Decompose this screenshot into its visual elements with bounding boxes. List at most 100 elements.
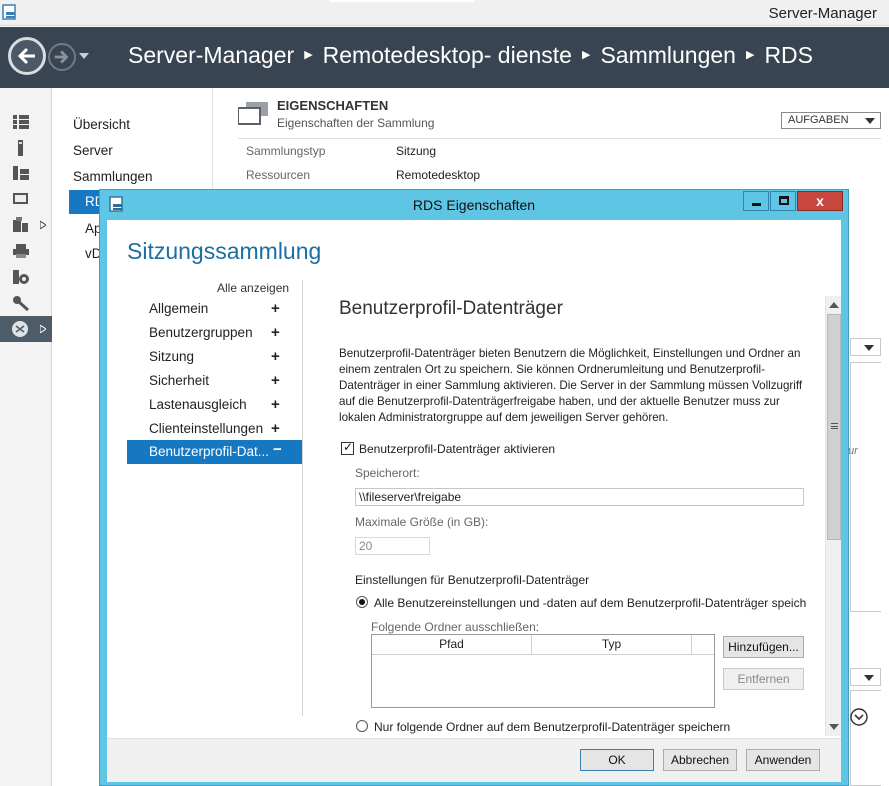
section-client-settings[interactable]: Clienteinstellungen xyxy=(149,421,263,436)
location-label: Speicherort: xyxy=(355,466,420,480)
enable-upd-checkbox[interactable] xyxy=(341,440,354,455)
forward-button[interactable] xyxy=(48,43,76,71)
properties-icon xyxy=(238,102,268,125)
expand-arrow-icon[interactable] xyxy=(40,221,46,229)
chevron-down-icon xyxy=(864,345,874,351)
breadcrumb-item[interactable]: RDS xyxy=(764,42,813,68)
remote-desktop-services-icon xyxy=(12,321,28,337)
remove-folder-button[interactable]: Entfernen xyxy=(723,668,804,690)
section-general[interactable]: Allgemein xyxy=(149,301,208,316)
dialog-title: RDS Eigenschaften xyxy=(412,197,536,213)
store-all-radio[interactable] xyxy=(356,596,368,608)
breadcrumb-separator-icon: ▶ xyxy=(304,49,313,61)
chevron-down-icon xyxy=(865,118,875,124)
section-security[interactable]: Sicherheit xyxy=(149,373,209,388)
tasks-dropdown[interactable]: AUFGABEN xyxy=(781,112,881,129)
tools-icon[interactable] xyxy=(12,295,30,311)
hyper-v-icon[interactable] xyxy=(12,217,30,233)
section-session[interactable]: Sitzung xyxy=(149,349,194,364)
properties-subheading: Eigenschaften der Sammlung xyxy=(277,116,435,130)
grid-column-type[interactable]: Typ xyxy=(532,635,692,655)
dialog-body: Sitzungssammlung Alle anzeigen Allgemein… xyxy=(107,220,841,738)
print-services-icon[interactable] xyxy=(12,243,30,259)
dashboard-icon[interactable] xyxy=(12,114,30,130)
section-user-profile-disks[interactable]: Benutzerprofil-Dat... − xyxy=(127,440,302,464)
enable-upd-label[interactable]: Benutzerprofil-Datenträger aktivieren xyxy=(359,442,555,456)
upd-settings-label: Einstellungen für Benutzerprofil-Datentr… xyxy=(355,573,590,587)
sidebar-item-server[interactable]: Server xyxy=(73,143,113,158)
grid-column-path[interactable]: Pfad xyxy=(372,635,532,655)
collapse-minus-icon[interactable]: − xyxy=(273,441,282,458)
show-all-link[interactable]: Alle anzeigen xyxy=(217,281,289,295)
content-scrollbar[interactable] xyxy=(825,296,841,736)
tasks-label: AUFGABEN xyxy=(788,114,849,126)
file-services-icon[interactable] xyxy=(12,191,30,207)
local-server-icon[interactable] xyxy=(12,140,30,156)
section-dropdown[interactable] xyxy=(850,668,881,686)
maximize-button[interactable] xyxy=(770,191,796,211)
breadcrumb-separator-icon: ▶ xyxy=(745,49,755,61)
store-all-label[interactable]: Alle Benutzereinstellungen und -daten au… xyxy=(374,596,806,610)
exclude-folders-grid[interactable]: Pfad Typ xyxy=(371,634,715,708)
breadcrumb-item[interactable]: Remotedesktop- dienste xyxy=(323,42,572,68)
max-size-input[interactable]: 20 xyxy=(355,537,430,555)
expand-plus-icon[interactable]: + xyxy=(271,348,280,365)
maximize-icon xyxy=(779,196,789,205)
iis-icon[interactable] xyxy=(12,269,30,285)
expand-plus-icon[interactable]: + xyxy=(271,420,280,437)
close-button[interactable]: x xyxy=(797,191,843,211)
scroll-up-icon[interactable] xyxy=(829,302,839,308)
breadcrumb-header: Server-Manager ▶ Remotedesktop- dienste ▶ Sa… xyxy=(0,27,889,88)
property-value: Remotedesktop xyxy=(396,168,481,182)
grid-column-blank xyxy=(692,635,714,655)
truncated-text: ur xyxy=(848,445,858,457)
minimize-button[interactable] xyxy=(743,191,769,211)
window-title: Server-Manager xyxy=(768,5,877,22)
property-key: Ressourcen xyxy=(246,168,311,182)
ok-button[interactable]: OK xyxy=(580,749,654,771)
expand-arrow-icon xyxy=(40,325,46,333)
breadcrumb-item[interactable]: Sammlungen xyxy=(600,42,736,68)
store-only-label[interactable]: Nur folgende Ordner auf dem Benutzerprof… xyxy=(374,720,730,734)
store-only-radio[interactable] xyxy=(356,720,368,732)
exclude-folders-label: Folgende Ordner ausschließen: xyxy=(371,620,540,634)
location-input[interactable]: \\fileserver\freigabe xyxy=(355,488,804,506)
expand-plus-icon[interactable]: + xyxy=(271,372,280,389)
section-load-balancing[interactable]: Lastenausgleich xyxy=(149,397,247,412)
breadcrumb-item[interactable]: Server-Manager xyxy=(128,42,294,68)
sidebar-item-overview[interactable]: Übersicht xyxy=(73,117,130,132)
section-label: Benutzerprofil-Dat... xyxy=(149,444,270,459)
scrollbar-thumb[interactable] xyxy=(827,314,841,540)
grip-icon xyxy=(831,423,838,429)
section-panel xyxy=(850,690,881,786)
forward-arrow-icon xyxy=(54,50,69,64)
section-panel xyxy=(850,362,881,612)
sidebar-item-collections[interactable]: Sammlungen xyxy=(73,169,153,184)
properties-heading: EIGENSCHAFTEN xyxy=(277,98,389,113)
left-icon-rail xyxy=(0,88,52,786)
cancel-button[interactable]: Abbrechen xyxy=(663,749,737,771)
remote-desktop-services-nav[interactable] xyxy=(0,316,52,342)
all-servers-icon[interactable] xyxy=(12,165,30,181)
expand-plus-icon[interactable]: + xyxy=(271,396,280,413)
chevron-down-icon xyxy=(864,675,874,681)
expand-circle-icon[interactable] xyxy=(849,707,869,727)
expand-plus-icon[interactable]: + xyxy=(271,300,280,317)
dialog-heading: Sitzungssammlung xyxy=(127,238,322,264)
breadcrumb: Server-Manager ▶ Remotedesktop- dienste ▶ Sa… xyxy=(128,42,813,69)
history-dropdown-icon[interactable] xyxy=(79,53,89,59)
server-manager-app-icon xyxy=(2,4,16,20)
section-user-groups[interactable]: Benutzergruppen xyxy=(149,325,253,340)
apply-button[interactable]: Anwenden xyxy=(746,749,820,771)
max-size-label: Maximale Größe (in GB): xyxy=(355,515,489,529)
add-folder-button[interactable]: Hinzufügen... xyxy=(723,636,804,658)
property-key: Sammlungstyp xyxy=(246,144,326,158)
content-title: Benutzerprofil-Datenträger xyxy=(339,298,563,319)
scroll-down-icon[interactable] xyxy=(829,724,839,730)
dialog-footer: OK Abbrechen Anwenden xyxy=(107,738,841,782)
back-button[interactable] xyxy=(8,37,46,75)
dialog-titlebar[interactable]: RDS Eigenschaften x xyxy=(100,190,848,218)
section-content: Benutzerprofil-Datenträger Benutzerprofi… xyxy=(303,284,823,738)
expand-plus-icon[interactable]: + xyxy=(271,324,280,341)
section-dropdown[interactable] xyxy=(850,338,881,356)
